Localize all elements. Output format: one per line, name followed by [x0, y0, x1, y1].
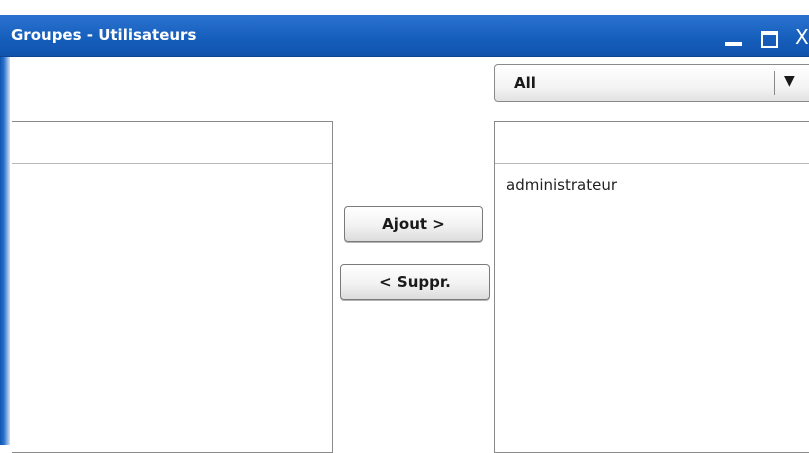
group-members-list[interactable]: administrateur: [494, 121, 809, 453]
add-button[interactable]: Ajout >: [344, 206, 483, 242]
minimize-icon[interactable]: [725, 42, 742, 46]
remove-button[interactable]: < Suppr.: [340, 264, 490, 300]
chevron-down-icon[interactable]: ▼: [784, 73, 795, 89]
window-controls: X: [709, 15, 809, 56]
window-title: Groupes - Utilisateurs: [11, 26, 197, 44]
available-users-list[interactable]: [12, 121, 333, 453]
title-bar[interactable]: Groupes - Utilisateurs X: [0, 15, 809, 57]
close-icon[interactable]: X: [795, 27, 809, 47]
group-filter-value: All: [514, 74, 536, 92]
group-members-header: [495, 122, 809, 164]
available-users-header: [12, 122, 332, 164]
groupes-utilisateurs-window: Groupes - Utilisateurs X All ▼ Ajout > <…: [0, 0, 809, 453]
list-item[interactable]: administrateur: [495, 164, 809, 194]
select-divider: [774, 71, 775, 95]
group-filter-select[interactable]: All ▼: [494, 64, 809, 102]
maximize-icon[interactable]: [761, 31, 778, 48]
window-left-border: [0, 57, 10, 445]
